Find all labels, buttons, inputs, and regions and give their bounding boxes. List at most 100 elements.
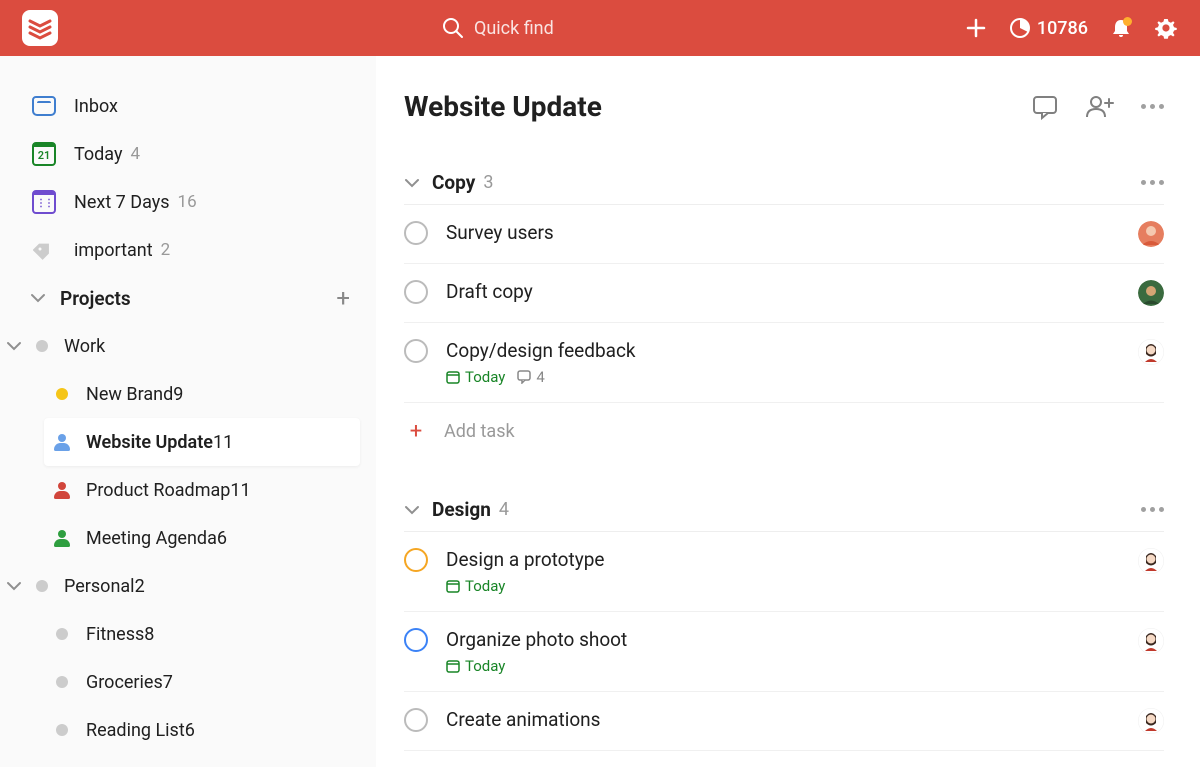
sidebar-folder[interactable]: Work (0, 322, 368, 370)
sidebar-folder[interactable]: Personal 2 (0, 562, 368, 610)
project-label: Product Roadmap (86, 480, 230, 501)
task-meta: Today 4 (446, 368, 1138, 386)
task-meta: Today (446, 577, 1138, 595)
plus-icon: + (404, 419, 428, 444)
project-label: Fitness (86, 624, 144, 645)
section-more-button[interactable] (1141, 507, 1164, 512)
assignee-avatar[interactable] (1138, 280, 1164, 306)
sidebar-project[interactable]: New Brand 9 (44, 370, 360, 418)
tag-icon (30, 236, 58, 264)
chevron-down-icon (6, 578, 22, 594)
task-checkbox[interactable] (404, 339, 428, 363)
project-label: New Brand (86, 384, 173, 405)
project-bullet-icon (52, 672, 72, 692)
section-header[interactable]: Design 4 (404, 488, 1164, 532)
assignee-avatar[interactable] (1138, 221, 1164, 247)
search-placeholder: Quick find (474, 18, 554, 39)
karma-icon (1009, 17, 1031, 39)
section-count: 4 (499, 499, 509, 520)
sidebar-projects-header[interactable]: Projects + (0, 274, 368, 322)
section-name: Design (432, 498, 491, 521)
assignee-avatar[interactable] (1138, 708, 1164, 734)
sidebar-project[interactable]: Website Update 11 (44, 418, 360, 466)
item-count: 2 (161, 240, 171, 260)
task-name: Organize photo shoot (446, 628, 1138, 651)
task-checkbox[interactable] (404, 221, 428, 245)
sidebar-next-7-days[interactable]: Next 7 Days 16 (0, 178, 368, 226)
today-icon: 21 (30, 140, 58, 168)
comment-count: 4 (517, 368, 544, 386)
sidebar-project[interactable]: Groceries 7 (44, 658, 360, 706)
quick-add-button[interactable] (965, 17, 987, 39)
assignee-avatar[interactable] (1138, 628, 1164, 654)
add-task-button[interactable]: + Add task (404, 403, 1164, 460)
sidebar-today[interactable]: 21 Today 4 (0, 130, 368, 178)
item-count: 7 (163, 672, 173, 693)
sidebar-project[interactable]: Reading List 6 (44, 706, 360, 754)
karma-points[interactable]: 10786 (1009, 17, 1088, 39)
app-logo[interactable] (22, 10, 58, 46)
add-task-label: Add task (444, 421, 515, 442)
task-checkbox[interactable] (404, 628, 428, 652)
task-checkbox[interactable] (404, 280, 428, 304)
task-name: Copy/design feedback (446, 339, 1138, 362)
settings-button[interactable] (1154, 16, 1178, 40)
comments-button[interactable] (1031, 93, 1059, 121)
inbox-icon (30, 92, 58, 120)
karma-count: 10786 (1037, 18, 1088, 39)
share-button[interactable] (1085, 94, 1115, 120)
task-name: Design a prototype (446, 548, 1138, 571)
gear-icon (1154, 16, 1178, 40)
more-options-button[interactable] (1141, 104, 1164, 109)
add-person-icon (1085, 94, 1115, 120)
section-header[interactable]: Copy 3 (404, 161, 1164, 205)
app-header: Quick find 10786 (0, 0, 1200, 56)
notification-badge (1123, 17, 1132, 26)
sidebar-project[interactable]: Product Roadmap 11 (44, 466, 360, 514)
add-project-button[interactable]: + (336, 284, 350, 312)
due-date: Today (446, 368, 505, 386)
task-checkbox[interactable] (404, 708, 428, 732)
calendar-icon (30, 188, 58, 216)
chevron-down-icon (404, 175, 420, 191)
sidebar-item-label: Next 7 Days (74, 192, 170, 213)
person-icon (52, 480, 72, 500)
person-icon (52, 528, 72, 548)
sidebar-important-label[interactable]: important 2 (0, 226, 368, 274)
item-count: 8 (144, 624, 154, 645)
task-meta: Today (446, 657, 1138, 675)
assignee-avatar[interactable] (1138, 339, 1164, 365)
section-name: Copy (432, 171, 475, 194)
task-name: Create animations (446, 708, 1138, 731)
calendar-small-icon (446, 370, 460, 384)
folder-bullet-icon (36, 340, 48, 352)
section-more-button[interactable] (1141, 180, 1164, 185)
task-row[interactable]: Copy/design feedback Today 4 (404, 323, 1164, 403)
task-row[interactable]: Organize photo shoot Today (404, 612, 1164, 692)
section-count: 3 (483, 172, 493, 193)
sidebar-project[interactable]: Meeting Agenda 6 (44, 514, 360, 562)
sidebar-project[interactable]: Fitness 8 (44, 610, 360, 658)
item-count: 11 (230, 480, 250, 501)
item-count: 11 (213, 432, 233, 453)
folder-bullet-icon (36, 580, 48, 592)
task-row[interactable]: Draft copy (404, 264, 1164, 323)
item-count: 6 (217, 528, 227, 549)
quick-find[interactable]: Quick find (442, 17, 554, 39)
assignee-avatar[interactable] (1138, 548, 1164, 574)
sidebar-item-label: important (74, 240, 153, 261)
task-checkbox[interactable] (404, 548, 428, 572)
sidebar-inbox[interactable]: Inbox (0, 82, 368, 130)
person-icon (52, 432, 72, 452)
comment-small-icon (517, 370, 531, 384)
task-row[interactable]: Survey users (404, 205, 1164, 264)
task-row[interactable]: Create animations (404, 692, 1164, 751)
item-count: 4 (130, 144, 140, 164)
task-row[interactable]: Design a prototype Today (404, 532, 1164, 612)
item-count: 6 (185, 720, 195, 741)
project-label: Website Update (86, 432, 213, 453)
project-label: Groceries (86, 672, 163, 693)
folder-label: Personal (64, 576, 135, 597)
section-title: Projects (60, 287, 131, 310)
notifications-button[interactable] (1110, 17, 1132, 39)
